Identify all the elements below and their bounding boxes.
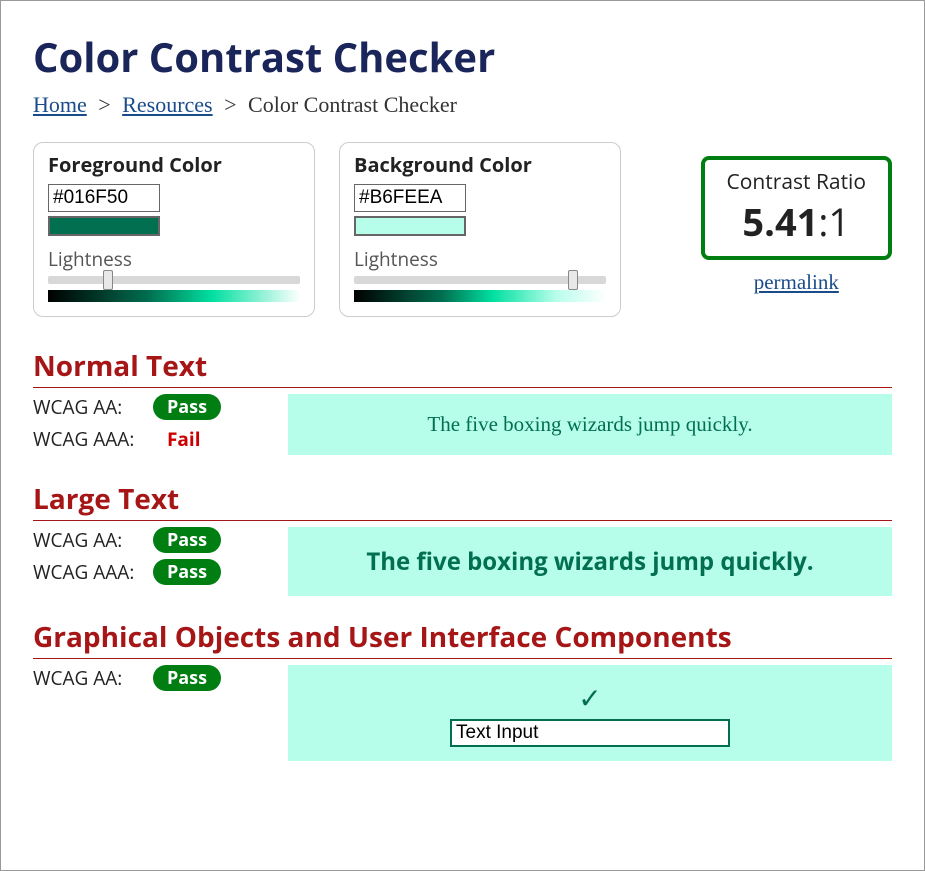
- large-sample-text: The five boxing wizards jump quickly.: [366, 545, 813, 578]
- large-aaa-badge: Pass: [153, 559, 221, 585]
- large-aaa-label: WCAG AAA:: [33, 559, 153, 585]
- foreground-lightness-label: Lightness: [48, 246, 300, 272]
- top-row: Foreground Color Lightness Background Co…: [33, 142, 892, 317]
- large-text-row: WCAG AA: Pass WCAG AAA: Pass The five bo…: [33, 527, 892, 596]
- foreground-panel: Foreground Color Lightness: [33, 142, 315, 317]
- ui-row: WCAG AA: Pass ✓ Text Input: [33, 665, 892, 761]
- ui-text-input[interactable]: Text Input: [450, 719, 730, 747]
- large-text-heading: Large Text: [33, 480, 892, 521]
- background-swatch[interactable]: [354, 216, 466, 236]
- contrast-ratio-value: 5.41:1: [727, 196, 866, 248]
- large-aa-label: WCAG AA:: [33, 527, 153, 553]
- contrast-ratio-label: Contrast Ratio: [727, 168, 866, 196]
- background-panel: Background Color Lightness: [339, 142, 621, 317]
- page-container: Color Contrast Checker Home > Resources …: [0, 0, 925, 871]
- normal-sample[interactable]: The five boxing wizards jump quickly.: [288, 394, 892, 455]
- contrast-ratio-box: Contrast Ratio 5.41:1 permalink: [701, 156, 892, 295]
- normal-aa-label: WCAG AA:: [33, 394, 153, 420]
- breadcrumb-home[interactable]: Home: [33, 92, 87, 117]
- breadcrumb-sep: >: [98, 92, 110, 117]
- large-aaa-line: WCAG AAA: Pass: [33, 559, 268, 585]
- normal-sample-text: The five boxing wizards jump quickly.: [427, 412, 752, 436]
- ui-aa-badge: Pass: [153, 665, 221, 691]
- normal-aaa-result: Fail: [167, 426, 201, 452]
- background-input[interactable]: [354, 184, 466, 212]
- normal-text-heading: Normal Text: [33, 347, 892, 388]
- normal-aaa-line: WCAG AAA: Fail: [33, 426, 268, 452]
- breadcrumb: Home > Resources > Color Contrast Checke…: [33, 92, 892, 118]
- large-aa-line: WCAG AA: Pass: [33, 527, 268, 553]
- breadcrumb-sep: >: [224, 92, 236, 117]
- large-aa-badge: Pass: [153, 527, 221, 553]
- ratio-number: 5.41: [742, 196, 818, 248]
- breadcrumb-current: Color Contrast Checker: [248, 92, 457, 117]
- ui-criteria: WCAG AA: Pass: [33, 665, 268, 697]
- large-sample[interactable]: The five boxing wizards jump quickly.: [288, 527, 892, 596]
- ui-text-input-value: Text Input: [456, 722, 538, 743]
- foreground-lightness-slider[interactable]: [48, 276, 300, 302]
- normal-aa-badge: Pass: [153, 394, 221, 420]
- background-lightness-slider[interactable]: [354, 276, 606, 302]
- normal-criteria: WCAG AA: Pass WCAG AAA: Fail: [33, 394, 268, 458]
- foreground-input[interactable]: [48, 184, 160, 212]
- ui-aa-line: WCAG AA: Pass: [33, 665, 268, 691]
- breadcrumb-resources[interactable]: Resources: [122, 92, 212, 117]
- ui-sample: ✓ Text Input: [288, 665, 892, 761]
- ui-aa-label: WCAG AA:: [33, 665, 153, 691]
- permalink-link[interactable]: permalink: [701, 270, 892, 295]
- page-title: Color Contrast Checker: [33, 29, 892, 84]
- normal-text-row: WCAG AA: Pass WCAG AAA: Fail The five bo…: [33, 394, 892, 458]
- checkmark-icon: ✓: [302, 679, 878, 717]
- large-criteria: WCAG AA: Pass WCAG AAA: Pass: [33, 527, 268, 591]
- foreground-swatch[interactable]: [48, 216, 160, 236]
- normal-aaa-label: WCAG AAA:: [33, 426, 153, 452]
- foreground-title: Foreground Color: [48, 151, 300, 178]
- ui-heading: Graphical Objects and User Interface Com…: [33, 618, 892, 659]
- background-lightness-label: Lightness: [354, 246, 606, 272]
- background-title: Background Color: [354, 151, 606, 178]
- ratio-suffix: :1: [818, 196, 850, 248]
- normal-aa-line: WCAG AA: Pass: [33, 394, 268, 420]
- contrast-ratio-frame: Contrast Ratio 5.41:1: [701, 156, 892, 260]
